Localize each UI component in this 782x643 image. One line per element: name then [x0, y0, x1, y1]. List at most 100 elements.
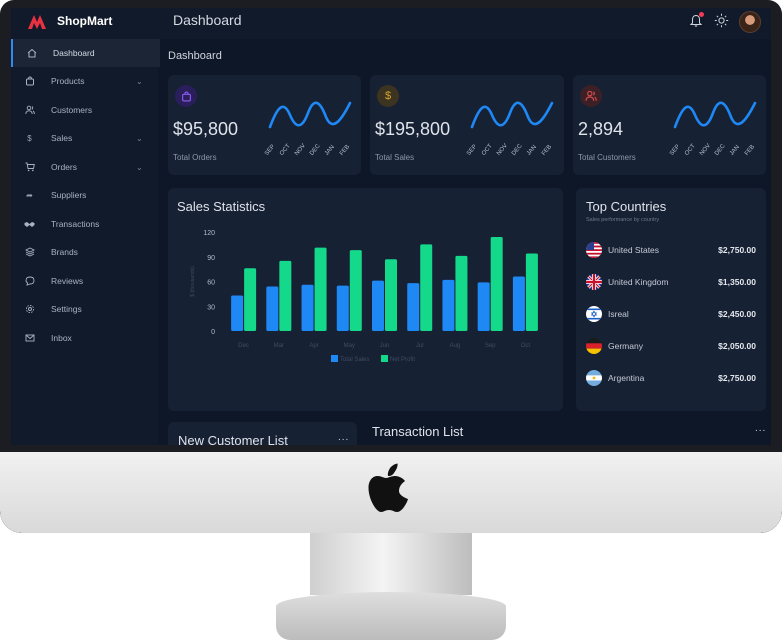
layers-icon — [24, 247, 35, 258]
bar-total-sales — [301, 284, 314, 331]
sidebar-item-label: Dashboard — [53, 48, 95, 58]
month-label: DEC — [309, 143, 322, 157]
notification-dot — [699, 12, 704, 17]
stat-card-orders[interactable]: $95,800 Total Orders SEP OCT NOV DEC JAN… — [168, 75, 361, 175]
month-label: FEB — [339, 144, 352, 157]
sidebar-item-label: Reviews — [51, 276, 84, 286]
country-name: Isreal — [608, 309, 629, 319]
country-row[interactable]: Germany $2,050.00 — [586, 336, 756, 356]
legend-swatch — [331, 355, 338, 362]
us-flag-icon — [586, 242, 602, 258]
sidebar-item-label: Customers — [51, 105, 93, 115]
x-tick-label: Sep — [485, 343, 496, 349]
bar-net-profit — [244, 268, 257, 331]
country-name: United States — [608, 245, 660, 255]
country-row[interactable]: United Kingdom $1,350.00 — [586, 272, 756, 292]
mail-icon — [24, 333, 35, 344]
brand-name[interactable]: ShopMart — [57, 14, 112, 28]
month-label: NOV — [294, 143, 307, 157]
uk-flag-icon — [586, 274, 602, 290]
header-title: Dashboard — [173, 12, 242, 28]
stat-value: $195,800 — [375, 119, 451, 139]
sidebar-item-settings[interactable]: Settings — [11, 295, 158, 323]
legend-label: Net Profit — [390, 357, 415, 363]
chevron-down-icon: ⌄ — [136, 162, 143, 172]
sidebar-item-suppliers[interactable]: ➦ Suppliers — [11, 181, 158, 209]
cart-icon — [24, 162, 35, 173]
month-label: FEB — [541, 144, 554, 157]
month-label: DEC — [511, 143, 524, 157]
month-label: JAN — [526, 144, 538, 157]
y-tick-label: 30 — [207, 304, 215, 311]
x-tick-label: Aug — [450, 343, 461, 349]
sidebar-item-label: Transactions — [51, 219, 100, 229]
transaction-list-title: Transaction List — [372, 424, 464, 439]
sidebar-item-dashboard[interactable]: Dashboard — [11, 39, 160, 67]
sidebar-item-sales[interactable]: $ Sales ⌄ — [11, 124, 158, 152]
stat-label: Total Customers — [578, 153, 636, 162]
monitor-stand-neck — [310, 533, 472, 595]
trend-sparkline — [673, 101, 757, 129]
sidebar-item-orders[interactable]: Orders ⌄ — [11, 153, 158, 181]
bar-net-profit — [525, 253, 538, 331]
y-tick-label: 90 — [207, 255, 215, 262]
sidebar: Dashboard Products ⌄ Customers $ Sales ⌄ — [11, 39, 160, 445]
sidebar-item-products[interactable]: Products ⌄ — [11, 67, 158, 95]
month-label: OCT — [279, 143, 292, 157]
sales-bar-chart: 120 90 60 30 0 $ (thousands) Dec Mar Apr May Jun Ju… — [190, 230, 538, 363]
bar-net-profit — [385, 259, 397, 331]
more-options-icon[interactable]: ... — [755, 423, 766, 434]
page-title: Dashboard — [168, 50, 222, 62]
country-row[interactable]: Argentina $2,750.00 — [586, 368, 756, 388]
month-label: DEC — [714, 143, 727, 157]
bar-total-sales — [266, 286, 279, 331]
month-label: FEB — [744, 144, 757, 157]
y-tick-label: 0 — [211, 329, 215, 336]
theme-toggle-sun-icon[interactable] — [714, 13, 729, 28]
month-label: JAN — [729, 144, 741, 157]
month-label: SEP — [264, 143, 277, 157]
sidebar-item-label: Brands — [51, 247, 78, 257]
trend-sparkline — [268, 101, 352, 129]
stat-card-customers[interactable]: 2,894 Total Customers SEP OCT NOV DEC JA… — [573, 75, 766, 175]
y-tick-label: 60 — [207, 280, 215, 287]
x-tick-label: May — [344, 343, 355, 349]
bag-icon — [24, 76, 35, 87]
sidebar-item-label: Settings — [51, 304, 82, 314]
app-screen: ShopMart Dashboard Dashboard Products ⌄ … — [11, 8, 771, 445]
bar-total-sales — [336, 285, 349, 331]
bar-net-profit — [490, 236, 503, 331]
sidebar-item-reviews[interactable]: Reviews — [11, 267, 158, 295]
stat-card-sales[interactable]: $ $195,800 Total Sales SEP OCT NOV DEC J… — [370, 75, 564, 175]
stat-value: 2,894 — [578, 119, 624, 139]
monitor-stand-base — [276, 592, 506, 640]
new-customer-list-card: New Customer List ... — [168, 422, 357, 445]
chevron-down-icon: ⌄ — [136, 133, 143, 143]
more-options-icon[interactable]: ... — [338, 432, 349, 443]
month-label: SEP — [466, 143, 479, 157]
country-row[interactable]: Isreal $2,450.00 — [586, 304, 756, 324]
sidebar-item-brands[interactable]: Brands — [11, 238, 158, 266]
apple-logo-icon — [368, 463, 408, 512]
chevron-down-icon: ⌄ — [136, 76, 143, 86]
month-axis: SEP OCT NOV DEC JAN FEB — [669, 137, 759, 157]
bar-total-sales — [372, 280, 384, 331]
sidebar-item-inbox[interactable]: Inbox — [11, 324, 158, 352]
bar-total-sales — [512, 276, 525, 331]
sidebar-item-transactions[interactable]: Transactions — [11, 210, 158, 238]
x-tick-label: Mar — [274, 343, 284, 349]
sidebar-item-label: Products — [51, 76, 85, 86]
x-tick-label: Dec — [238, 343, 249, 349]
monitor-frame: ShopMart Dashboard Dashboard Products ⌄ … — [0, 0, 782, 533]
gear-icon — [24, 304, 35, 315]
month-label: OCT — [481, 143, 494, 157]
country-name: Germany — [608, 341, 643, 351]
month-label: JAN — [324, 144, 336, 157]
month-label: NOV — [699, 143, 712, 157]
sidebar-item-customers[interactable]: Customers — [11, 96, 158, 124]
bar-net-profit — [455, 255, 468, 331]
country-row[interactable]: United States $2,750.00 — [586, 240, 756, 260]
top-countries-title: Top Countries — [586, 199, 667, 214]
user-avatar[interactable] — [739, 11, 761, 33]
top-countries-card: Top Countries Sales performance by count… — [576, 188, 766, 411]
